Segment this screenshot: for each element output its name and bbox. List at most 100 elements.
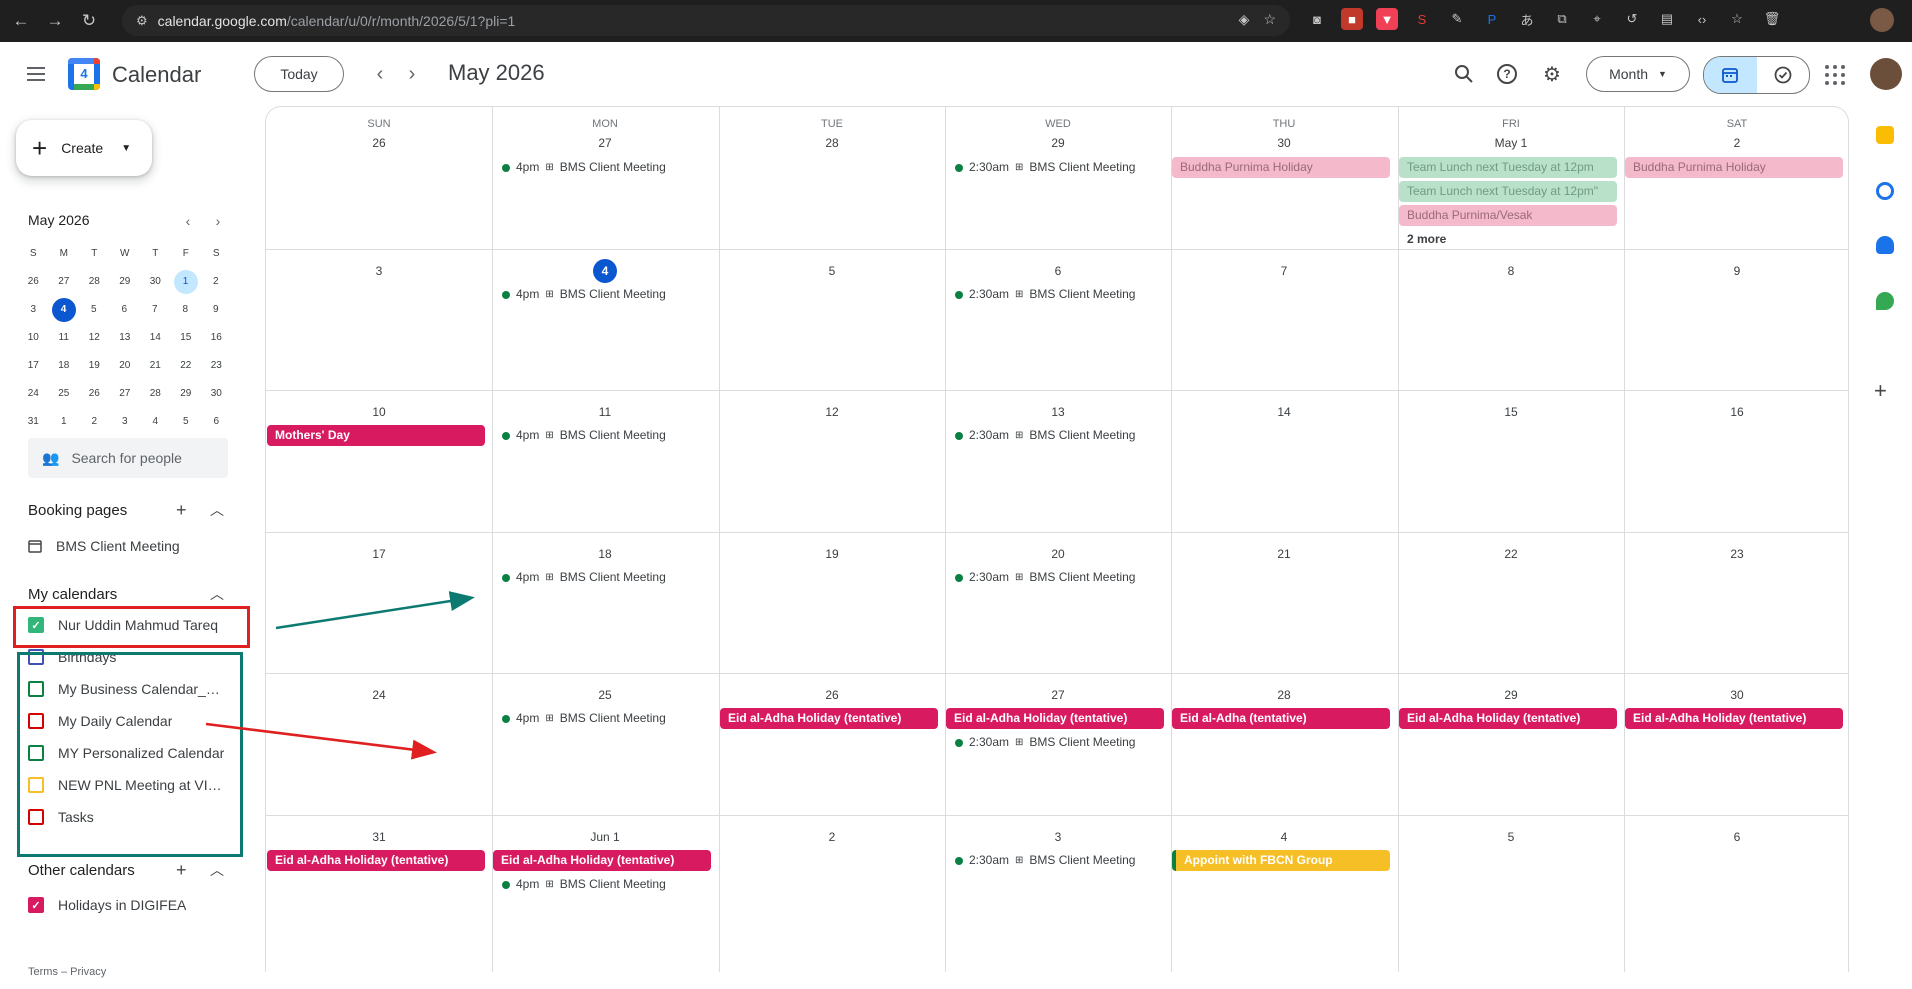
mini-day[interactable]: 18 (49, 354, 80, 378)
address-bar[interactable]: ⚙ calendar.google.com/calendar/u/0/r/mon… (122, 5, 1290, 36)
day-number[interactable]: 26 (719, 683, 945, 707)
extension-s-icon[interactable]: S (1411, 8, 1433, 30)
mini-day[interactable]: 29 (110, 270, 141, 294)
day-number[interactable]: 30 (1171, 131, 1397, 155)
site-info-icon[interactable]: ⚙ (136, 13, 148, 29)
mini-day[interactable]: 27 (110, 382, 141, 406)
day-number[interactable]: 2 (719, 825, 945, 849)
mini-day[interactable]: 30 (140, 270, 171, 294)
collapse-my-calendars-icon[interactable]: ︿ (210, 584, 224, 604)
mini-day[interactable]: 25 (49, 382, 80, 406)
install-app-icon[interactable]: ◈ (1239, 11, 1250, 28)
bookmark-star-icon[interactable]: ☆ (1263, 11, 1276, 28)
tasks-view-icon[interactable] (1757, 57, 1810, 93)
event-chip[interactable]: Mothers' Day (267, 425, 485, 446)
get-add-ons-icon[interactable]: + (1874, 378, 1887, 404)
day-number[interactable]: 19 (719, 542, 945, 566)
next-period-icon[interactable]: › (398, 60, 426, 88)
mini-day[interactable]: 6 (201, 410, 232, 434)
checkbox-checked-icon[interactable]: ✓ (28, 897, 44, 913)
event-chip[interactable]: Eid al-Adha (tentative) (1172, 708, 1390, 729)
mini-day[interactable]: 1 (173, 270, 198, 294)
mini-day[interactable]: 16 (201, 326, 232, 350)
mini-day[interactable]: 9 (201, 298, 232, 322)
day-number[interactable]: 3 (945, 825, 1171, 849)
day-number[interactable]: 25 (492, 683, 718, 707)
add-booking-page-icon[interactable]: + (176, 500, 187, 521)
mini-day[interactable]: 29 (171, 382, 202, 406)
event-timed[interactable]: 4pm ⊞ BMS Client Meeting (493, 157, 711, 178)
event-chip[interactable]: Eid al-Adha Holiday (tentative) (1399, 708, 1617, 729)
day-number[interactable]: 8 (1398, 259, 1624, 283)
extension-translate-icon[interactable]: あ (1516, 8, 1538, 30)
forward-icon[interactable]: → (42, 8, 68, 34)
day-number[interactable]: 7 (1171, 259, 1397, 283)
day-number[interactable]: 30 (1624, 683, 1848, 707)
event-chip[interactable]: Eid al-Adha Holiday (tentative) (946, 708, 1164, 729)
back-icon[interactable]: ← (8, 8, 34, 34)
calendar-logo[interactable]: 4 (68, 58, 100, 90)
event-chip[interactable]: Eid al-Adha Holiday (tentative) (493, 850, 711, 871)
event-chip[interactable]: Eid al-Adha Holiday (tentative) (1625, 708, 1843, 729)
main-menu-icon[interactable] (20, 58, 52, 90)
mini-day[interactable]: 28 (140, 382, 171, 406)
mini-day[interactable]: 2 (79, 410, 110, 434)
event-timed[interactable]: 4pm ⊞ BMS Client Meeting (493, 708, 711, 729)
day-number[interactable]: 28 (1171, 683, 1397, 707)
day-number[interactable]: 17 (266, 542, 492, 566)
day-number[interactable]: 5 (1398, 825, 1624, 849)
mini-day[interactable]: 6 (109, 298, 140, 322)
mini-next-month-icon[interactable]: › (206, 210, 230, 232)
mini-day[interactable]: 10 (18, 326, 49, 350)
reload-icon[interactable]: ↻ (76, 8, 102, 34)
event-chip[interactable]: Buddha Purnima Holiday (1172, 157, 1390, 178)
mini-day[interactable]: 3 (110, 410, 141, 434)
add-other-calendar-icon[interactable]: + (176, 860, 187, 881)
location-icon[interactable]: ⌖ (1586, 8, 1608, 30)
day-number[interactable]: 5 (719, 259, 945, 283)
mini-day[interactable]: 5 (171, 410, 202, 434)
mini-day[interactable]: 26 (79, 382, 110, 406)
mini-day[interactable]: 4 (140, 410, 171, 434)
day-number[interactable]: 29 (1398, 683, 1624, 707)
calendar-list-item[interactable]: ✓ Holidays in DIGIFEA (28, 889, 248, 921)
more-events-link[interactable]: 2 more (1399, 229, 1617, 250)
screenshot-extension-icon[interactable]: ◙ (1306, 8, 1328, 30)
mini-day[interactable]: 22 (171, 354, 202, 378)
mini-day[interactable]: 12 (79, 326, 110, 350)
day-number[interactable]: 21 (1171, 542, 1397, 566)
day-number[interactable]: 10 (266, 400, 492, 424)
day-number[interactable]: 29 (945, 131, 1171, 155)
day-number[interactable]: 26 (266, 131, 492, 155)
event-chip[interactable]: Eid al-Adha Holiday (tentative) (720, 708, 938, 729)
day-number[interactable]: 24 (266, 683, 492, 707)
extension-pocket-icon[interactable]: ▼ (1376, 8, 1398, 30)
day-number[interactable]: 27 (492, 131, 718, 155)
extension-red-icon[interactable]: ■ (1341, 8, 1363, 30)
day-number[interactable]: 18 (492, 542, 718, 566)
day-number[interactable]: 27 (945, 683, 1171, 707)
previous-period-icon[interactable]: ‹ (366, 60, 394, 88)
mini-day[interactable]: 14 (140, 326, 171, 350)
event-chip[interactable]: Buddha Purnima Holiday (1625, 157, 1843, 178)
mini-day[interactable]: 1 (49, 410, 80, 434)
search-icon[interactable] (1448, 58, 1480, 90)
history-icon[interactable]: ↺ (1621, 8, 1643, 30)
day-number[interactable]: 23 (1624, 542, 1848, 566)
collapse-other-calendars-icon[interactable]: ︿ (210, 860, 224, 880)
calendar-view-icon[interactable] (1704, 57, 1757, 93)
terms-privacy-links[interactable]: Terms – Privacy (28, 966, 106, 978)
settings-gear-icon[interactable]: ⚙ (1536, 58, 1568, 90)
day-number[interactable]: 12 (719, 400, 945, 424)
extension-feather-icon[interactable]: ✎ (1446, 8, 1468, 30)
favorites-icon[interactable]: ☆ (1726, 8, 1748, 30)
mini-day[interactable]: 21 (140, 354, 171, 378)
day-number[interactable]: 13 (945, 400, 1171, 424)
mini-day[interactable]: 24 (18, 382, 49, 406)
event-timed[interactable]: 2:30am ⊞ BMS Client Meeting (946, 567, 1164, 588)
day-number[interactable]: 16 (1624, 400, 1848, 424)
day-number[interactable]: 20 (945, 542, 1171, 566)
day-number[interactable]: 4 (1171, 825, 1397, 849)
day-number[interactable]: 3 (266, 259, 492, 283)
event-timed[interactable]: 2:30am ⊞ BMS Client Meeting (946, 732, 1164, 753)
